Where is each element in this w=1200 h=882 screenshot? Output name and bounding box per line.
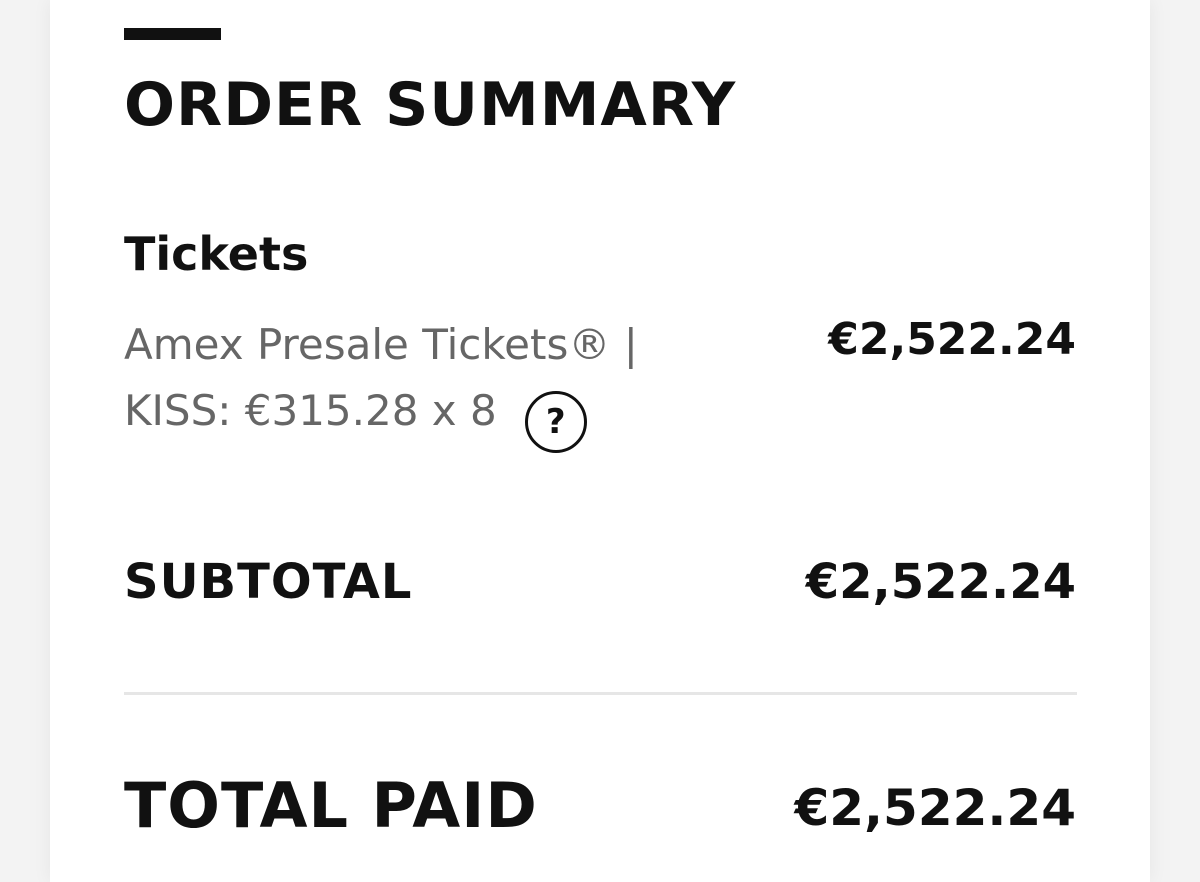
accent-bar xyxy=(124,28,221,40)
ticket-price-quantity: KISS: €315.28 x 8 xyxy=(124,386,497,435)
total-paid-amount: €2,522.24 xyxy=(794,779,1076,837)
subtotal-label: SUBTOTAL xyxy=(124,554,413,610)
ticket-line-amount: €2,522.24 xyxy=(828,314,1076,365)
ticket-description-line-2: KISS: €315.28 x 8? xyxy=(124,378,714,453)
divider xyxy=(124,692,1077,695)
ticket-description-line-1: Amex Presale Tickets® | xyxy=(124,320,638,369)
total-paid-label: TOTAL PAID xyxy=(124,769,538,842)
tickets-section-heading: Tickets xyxy=(124,227,309,281)
subtotal-amount: €2,522.24 xyxy=(805,554,1076,610)
question-circle-icon[interactable]: ? xyxy=(524,391,587,453)
order-summary-title: ORDER SUMMARY xyxy=(124,70,737,140)
ticket-line-description: Amex Presale Tickets® | KISS: €315.28 x … xyxy=(124,312,714,453)
